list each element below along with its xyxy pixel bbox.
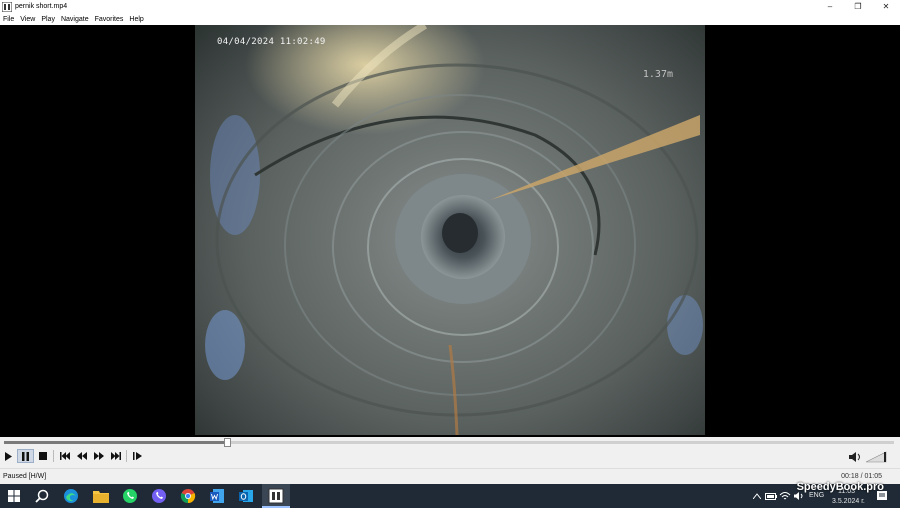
osd-depth: 1.37m xyxy=(642,69,673,80)
folder-icon xyxy=(93,491,109,503)
chrome-button[interactable] xyxy=(179,487,197,505)
fast-forward-icon xyxy=(93,452,104,460)
status-bar: Paused [H/W] 00:18 / 01:05 xyxy=(0,468,900,484)
pause-button[interactable] xyxy=(17,449,34,463)
menu-navigate[interactable]: Navigate xyxy=(58,16,92,23)
skip-back-icon xyxy=(59,452,70,460)
word-icon xyxy=(210,489,224,503)
edge-browser-button[interactable] xyxy=(62,487,80,505)
seek-thumb[interactable] xyxy=(223,438,231,447)
frame-step-icon xyxy=(133,452,142,460)
frame-step-button[interactable] xyxy=(129,449,146,463)
play-button[interactable] xyxy=(0,449,17,463)
menu-view[interactable]: View xyxy=(17,16,38,23)
menu-play[interactable]: Play xyxy=(38,16,58,23)
language-indicator[interactable]: ENG xyxy=(809,492,824,499)
windows-logo-icon xyxy=(8,490,20,502)
seek-bar[interactable] xyxy=(4,438,894,447)
chrome-icon xyxy=(180,489,196,504)
viber-button[interactable] xyxy=(150,487,168,505)
mpc-taskbar-button[interactable] xyxy=(267,487,285,505)
video-area[interactable]: 04/04/2024 11:02:49 1.37m xyxy=(0,25,900,437)
windows-taskbar: ENG 11:03 3.5.2024 г. xyxy=(0,484,900,508)
whatsapp-icon xyxy=(123,489,137,503)
speaker-icon xyxy=(849,451,887,463)
skip-forward-icon xyxy=(110,452,121,460)
start-button[interactable] xyxy=(5,487,23,505)
mpc-icon xyxy=(268,488,284,504)
minimize-button[interactable]: – xyxy=(816,0,844,13)
title-bar: pernik short.mp4 – ❐ ✕ xyxy=(0,0,900,13)
menu-file[interactable]: File xyxy=(0,16,17,23)
restore-button[interactable]: ❐ xyxy=(844,0,872,13)
outlook-button[interactable] xyxy=(237,487,255,505)
close-button[interactable]: ✕ xyxy=(872,0,900,13)
fast-forward-button[interactable] xyxy=(90,449,107,463)
playback-time: 00:18 / 01:05 xyxy=(841,473,882,480)
stop-button[interactable] xyxy=(34,449,51,463)
menu-help[interactable]: Help xyxy=(126,16,146,23)
file-explorer-button[interactable] xyxy=(92,487,110,505)
rewind-icon xyxy=(76,452,87,460)
mpc-app-icon xyxy=(2,1,12,12)
rewind-button[interactable] xyxy=(73,449,90,463)
outlook-icon xyxy=(239,490,253,502)
playback-status: Paused [H/W] xyxy=(3,473,47,480)
video-frame: 04/04/2024 11:02:49 1.37m xyxy=(195,25,705,435)
chevron-up-icon xyxy=(753,493,761,499)
search-icon xyxy=(35,489,49,503)
tray-date[interactable]: 3.5.2024 г. xyxy=(832,498,865,505)
play-icon xyxy=(5,451,12,461)
borehole-image xyxy=(205,25,703,435)
edge-icon xyxy=(64,489,78,503)
seek-fill xyxy=(4,441,227,444)
next-button[interactable] xyxy=(107,449,124,463)
separator xyxy=(126,450,127,462)
menu-bar: File View Play Navigate Favorites Help xyxy=(0,13,900,25)
watermark-text: SpeedyBook.pro xyxy=(796,481,884,493)
separator xyxy=(53,450,54,462)
previous-button[interactable] xyxy=(56,449,73,463)
stop-icon xyxy=(38,452,47,460)
search-button[interactable] xyxy=(33,487,51,505)
word-button[interactable] xyxy=(208,487,226,505)
menu-favorites[interactable]: Favorites xyxy=(92,16,127,23)
pause-icon xyxy=(22,451,29,461)
osd-datetime: 04/04/2024 11:02:49 xyxy=(217,37,326,47)
playback-controls xyxy=(0,437,900,468)
viber-icon xyxy=(152,489,166,503)
window-title: pernik short.mp4 xyxy=(15,3,68,10)
volume-control[interactable] xyxy=(848,450,888,463)
whatsapp-button[interactable] xyxy=(121,487,139,505)
